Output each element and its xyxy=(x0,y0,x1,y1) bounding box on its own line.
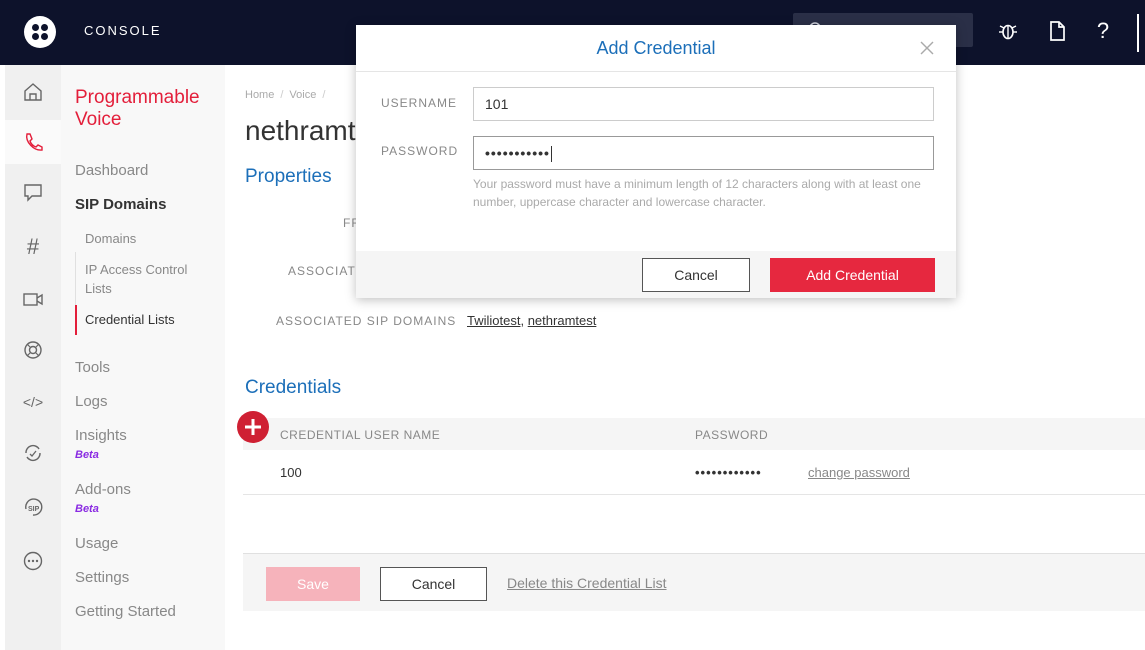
password-field-value: ••••••••••• xyxy=(485,145,550,161)
console-label[interactable]: CONSOLE xyxy=(84,23,162,38)
nav-tools[interactable]: Tools xyxy=(75,359,110,376)
add-credential-button[interactable] xyxy=(237,411,269,443)
modal-header: Add Credential xyxy=(356,25,956,72)
video-icon[interactable] xyxy=(5,277,61,321)
breadcrumb-voice[interactable]: Voice xyxy=(289,89,316,101)
cancel-button[interactable]: Cancel xyxy=(380,567,487,601)
nav-add-ons[interactable]: Add-ons xyxy=(75,481,131,498)
subnav-ip-access-control-lists[interactable]: IP Access Control Lists xyxy=(85,260,215,298)
support-icon[interactable] xyxy=(5,328,61,372)
property-label: ASSOCIATED SIP DOMAINS xyxy=(276,314,457,328)
sip-domain-link[interactable]: nethramtest xyxy=(528,313,597,328)
bug-icon[interactable] xyxy=(995,18,1021,44)
sip-icon[interactable]: SIP xyxy=(5,485,61,529)
save-button[interactable]: Save xyxy=(266,567,360,601)
product-title[interactable]: Programmable Voice xyxy=(75,87,225,131)
credential-username: 100 xyxy=(280,465,302,480)
password-field[interactable]: ••••••••••• xyxy=(473,136,934,170)
username-label: USERNAME xyxy=(381,96,458,110)
product-icon-rail: # </> SIP xyxy=(5,65,61,650)
chat-icon[interactable] xyxy=(5,170,61,214)
modal-title: Add Credential xyxy=(596,38,716,58)
docs-icon[interactable] xyxy=(1044,18,1070,44)
breadcrumb-home[interactable]: Home xyxy=(245,89,274,101)
username-field[interactable]: 101 xyxy=(473,87,934,121)
nav-sip-domains[interactable]: SIP Domains xyxy=(75,196,166,213)
associated-sip-domains-value: Twiliotest, nethramtest xyxy=(467,313,597,328)
topbar-divider xyxy=(1137,14,1139,52)
add-credential-modal: Add Credential USERNAME 101 PASSWORD •••… xyxy=(356,25,956,298)
text-cursor xyxy=(550,146,552,163)
table-row: 100 •••••••••••• change password xyxy=(243,450,1145,495)
svg-text:SIP: SIP xyxy=(28,506,40,513)
home-icon[interactable] xyxy=(5,70,61,114)
subnav-domains[interactable]: Domains xyxy=(85,229,215,248)
add-credential-submit-button[interactable]: Add Credential xyxy=(770,258,935,292)
change-password-link[interactable]: change password xyxy=(808,465,910,480)
property-label: ASSOCIATE xyxy=(288,264,365,278)
more-icon[interactable] xyxy=(5,539,61,583)
close-icon[interactable] xyxy=(916,37,938,59)
phone-icon[interactable] xyxy=(5,120,61,164)
form-footer: Save Cancel Delete this Credential List xyxy=(243,553,1145,611)
column-header: CREDENTIAL USER NAME xyxy=(280,428,441,442)
nav-logs[interactable]: Logs xyxy=(75,393,108,410)
properties-heading: Properties xyxy=(245,166,332,187)
nav-dashboard[interactable]: Dashboard xyxy=(75,162,148,179)
hash-icon[interactable]: # xyxy=(5,225,61,269)
table-header: CREDENTIAL USER NAME PASSWORD xyxy=(243,418,1145,450)
sip-domain-link[interactable]: Twiliotest xyxy=(467,313,520,328)
password-label: PASSWORD xyxy=(381,144,459,158)
nav-usage[interactable]: Usage xyxy=(75,535,118,552)
side-nav: Programmable Voice Dashboard SIP Domains… xyxy=(61,65,225,650)
subnav-credential-lists[interactable]: Credential Lists xyxy=(85,310,215,329)
credentials-heading: Credentials xyxy=(245,377,342,398)
subnav-active-marker xyxy=(75,305,77,335)
nav-getting-started[interactable]: Getting Started xyxy=(75,603,176,620)
nav-insights[interactable]: Insights xyxy=(75,427,127,444)
sync-icon[interactable] xyxy=(5,431,61,475)
code-icon[interactable]: </> xyxy=(5,380,61,424)
breadcrumb: Home / Voice / xyxy=(245,89,326,101)
insights-beta-badge: Beta xyxy=(75,449,99,461)
modal-cancel-button[interactable]: Cancel xyxy=(642,258,750,292)
plus-icon xyxy=(245,419,261,435)
twilio-logo-icon[interactable] xyxy=(24,16,56,48)
help-icon[interactable]: ? xyxy=(1090,18,1116,44)
column-header: PASSWORD xyxy=(695,428,769,442)
delete-credential-list-link[interactable]: Delete this Credential List xyxy=(507,575,667,591)
password-hint: Your password must have a minimum length… xyxy=(473,177,921,209)
modal-footer: Cancel Add Credential xyxy=(356,251,956,298)
credential-password: •••••••••••• xyxy=(695,465,762,480)
nav-settings[interactable]: Settings xyxy=(75,569,129,586)
add-ons-beta-badge: Beta xyxy=(75,503,99,515)
